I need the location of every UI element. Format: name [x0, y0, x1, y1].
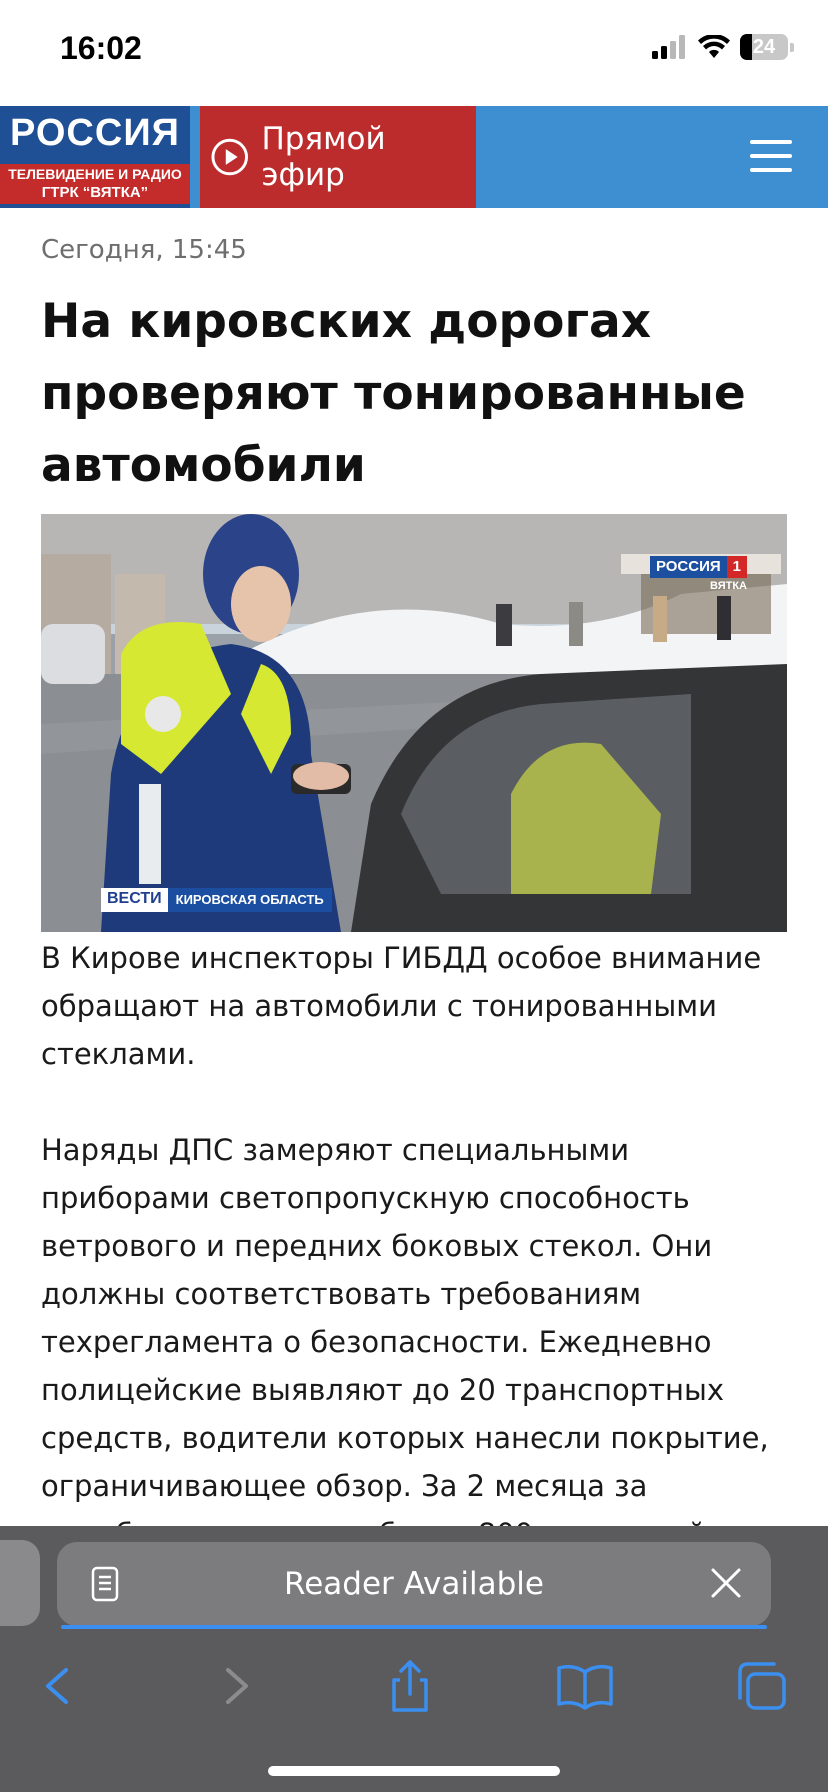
- vesti-region: КИРОВСКАЯ ОБЛАСТЬ: [167, 888, 332, 912]
- battery-tip: [790, 42, 794, 52]
- status-bar: 16:02 24: [0, 0, 828, 104]
- article: Сегодня, 15:45 На кировских дорогах пров…: [41, 230, 787, 1606]
- previous-tab-preview[interactable]: [0, 1540, 40, 1626]
- article-image[interactable]: РОССИЯ 1 ВЯТКА ВЕСТИ КИРОВСКАЯ ОБЛАСТЬ: [41, 514, 787, 932]
- vesti-badge: ВЕСТИ КИРОВСКАЯ ОБЛАСТЬ: [101, 888, 332, 912]
- back-icon[interactable]: [28, 1656, 88, 1716]
- site-logo[interactable]: РОССИЯ ТЕЛЕВИДЕНИЕ И РАДИО ГТРК “ВЯТКА”: [0, 106, 190, 208]
- article-date: Сегодня, 15:45: [41, 235, 247, 265]
- status-time: 16:02: [60, 30, 142, 66]
- logo-subtitle-2: ГТРК “ВЯТКА”: [41, 184, 149, 201]
- play-circle-icon: [211, 138, 249, 176]
- logo-title: РОССИЯ: [10, 112, 180, 154]
- page-load-progress: [61, 1625, 767, 1629]
- share-icon[interactable]: [380, 1656, 440, 1716]
- vesti-label: ВЕСТИ: [101, 888, 168, 912]
- cellular-signal-icon: [652, 35, 685, 59]
- battery-icon: 24: [740, 34, 788, 60]
- reader-available-label: Reader Available: [284, 1566, 544, 1602]
- battery-level: 24: [752, 35, 776, 58]
- article-paragraph: В Кирове инспекторы ГИБДД особое внимани…: [41, 941, 762, 1071]
- article-title: На кировских дорогах проверяют тонирован…: [41, 294, 746, 493]
- site-header: РОССИЯ ТЕЛЕВИДЕНИЕ И РАДИО ГТРК “ВЯТКА” …: [0, 106, 828, 208]
- channel-number: 1: [726, 556, 747, 578]
- logo-subtitle-1: ТЕЛЕВИДЕНИЕ И РАДИО: [8, 166, 182, 182]
- article-paragraph: Наряды ДПС замеряют специальными прибора…: [41, 1133, 769, 1551]
- reader-available-button[interactable]: Reader Available: [57, 1542, 771, 1629]
- wifi-icon: [698, 35, 730, 58]
- hamburger-menu-icon[interactable]: [750, 140, 792, 174]
- channel-name: РОССИЯ: [649, 556, 727, 578]
- bookmarks-icon[interactable]: [555, 1656, 615, 1716]
- channel-sub: ВЯТКА: [710, 580, 747, 592]
- tabs-icon[interactable]: [732, 1656, 792, 1716]
- forward-icon[interactable]: [206, 1656, 266, 1716]
- reader-bar: Reader Available: [0, 1526, 828, 1630]
- live-stream-label: Прямой эфир: [261, 121, 386, 193]
- article-body: В Кирове инспекторы ГИБДД особое внимани…: [41, 934, 787, 1558]
- channel-logo: РОССИЯ 1 ВЯТКА: [649, 556, 747, 592]
- close-icon[interactable]: [709, 1566, 743, 1600]
- live-stream-button[interactable]: Прямой эфир: [200, 106, 476, 208]
- status-icons: 24: [652, 34, 794, 60]
- home-indicator: [268, 1766, 560, 1776]
